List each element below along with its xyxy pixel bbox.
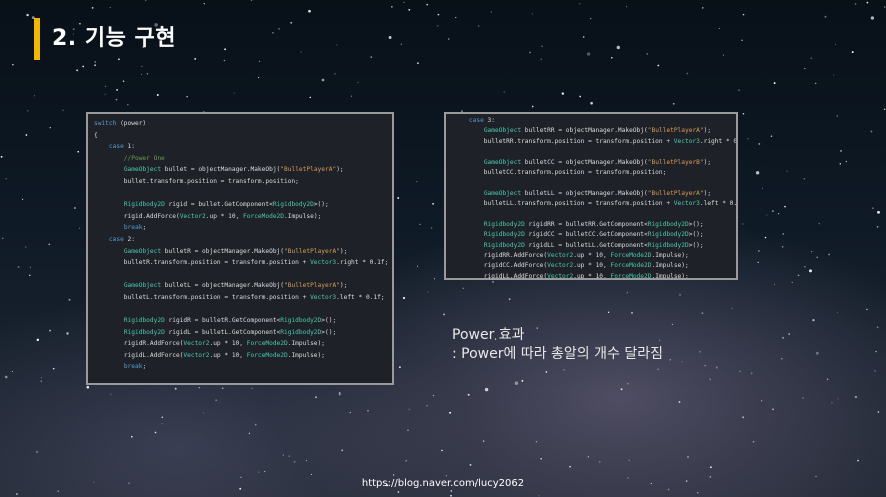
left-code-line: rigid.AddForce(Vector2.up * 10, ForceMod… (94, 212, 322, 220)
left-code-line: GameObject bullet = objectManager.MakeOb… (123, 166, 344, 174)
left-code-line: rigidL.AddForce(Vector2.up * 10, ForceMo… (94, 351, 325, 359)
right-code-line: bulletLL.transform.position = transform.… (454, 200, 738, 208)
left-code-line: bullet.transform.position = transform.po… (94, 177, 299, 185)
right-code-line: Rigidbody2D rigidLL = bulletLL.GetCompon… (483, 241, 704, 249)
right-code-line: GameObject bulletCC = objectManager.Make… (483, 158, 712, 166)
slide-title: 2. 기능 구현 (52, 26, 176, 51)
left-code-line: break; (123, 363, 147, 371)
right-code-line: GameObject bulletRR = objectManager.Make… (483, 127, 712, 135)
left-code-line (94, 269, 386, 281)
caption-description: : Power에 따라 총알의 개수 달라짐 (452, 346, 663, 362)
right-code-line: rigidLL.AddForce(Vector2.up * 10, ForceM… (454, 272, 689, 280)
right-code-line (454, 210, 728, 220)
right-code-line: rigidRR.AddForce(Vector2.up * 10, ForceM… (454, 252, 689, 260)
source-url: https://blog.naver.com/lucy2062 (361, 478, 525, 489)
left-code-line: bulletL.transform.position = transform.p… (94, 293, 385, 301)
right-code-line: GameObject bulletLL = objectManager.Make… (483, 189, 712, 197)
left-code-line (94, 304, 386, 316)
left-code-line: GameObject bulletR = objectManager.MakeO… (123, 247, 348, 255)
left-code-line: Rigidbody2D rigidR = bulletR.GetComponen… (123, 317, 337, 325)
right-code-line: bulletRR.transform.position = transform.… (454, 137, 738, 145)
left-code-line: GameObject bulletL = objectManager.MakeO… (123, 282, 348, 290)
left-code-line: Rigidbody2D rigid = bullet.GetComponent<… (123, 201, 329, 209)
left-code-line: { (94, 131, 98, 139)
code-screenshot-left: switch (power) { case 1: //Power One Game… (86, 112, 394, 385)
caption-heading: Power 효과 (452, 327, 525, 343)
right-code-line: bulletCC.transform.position = transform.… (454, 168, 667, 176)
left-code-line: switch (power) (94, 120, 147, 127)
left-code-line: bulletR.transform.position = transform.p… (94, 259, 389, 267)
code-screenshot-right: case 3: GameObject bulletRR = objectMana… (444, 112, 738, 280)
left-code-line: case 2: (108, 235, 135, 243)
left-code-line: //Power One (94, 154, 165, 162)
caption: Power 효과 : Power에 따라 총알의 개수 달라짐 (452, 326, 663, 364)
right-code-line: rigidCC.AddForce(Vector2.up * 10, ForceM… (454, 262, 689, 270)
left-code-line: case 1: (108, 143, 135, 151)
left-code-line: rigidR.AddForce(Vector2.up * 10, ForceMo… (94, 340, 325, 348)
code-lines-right: case 3: GameObject bulletRR = objectMana… (454, 116, 738, 280)
right-code-line: Rigidbody2D rigidCC = bulletCC.GetCompon… (483, 231, 704, 239)
right-code-line: Rigidbody2D rigidRR = bulletRR.GetCompon… (483, 220, 704, 228)
left-code-line: Rigidbody2D rigidL = bulletL.GetComponen… (123, 328, 337, 336)
title-accent-bar (34, 18, 40, 60)
right-code-line (454, 178, 728, 188)
right-code-line (454, 147, 728, 157)
left-code-line (94, 188, 386, 200)
left-code-line: break; (123, 224, 147, 232)
right-code-line: case 3: (468, 117, 495, 124)
code-lines-left: switch (power) { case 1: //Power One Game… (94, 118, 389, 373)
